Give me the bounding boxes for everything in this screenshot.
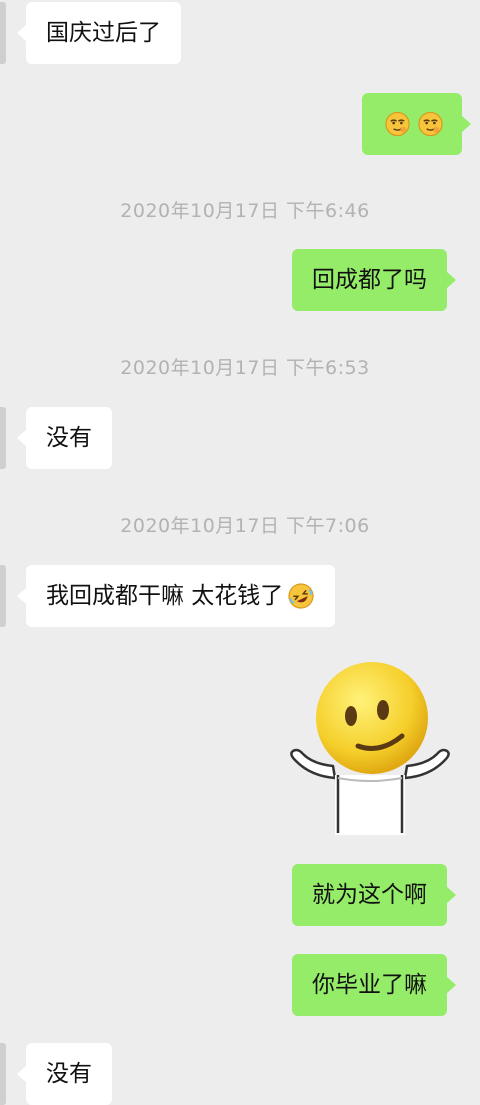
smiley-shrug-sticker[interactable] xyxy=(280,660,460,840)
message-text: 没有 xyxy=(46,424,92,451)
incoming-message-bubble[interactable]: 没有 xyxy=(17,407,112,469)
outgoing-message-bubble[interactable]: 你毕业了嘛 xyxy=(292,954,456,1016)
message-text: 没有 xyxy=(46,1060,92,1087)
incoming-message-bubble[interactable]: 国庆过后了 xyxy=(17,2,181,64)
outgoing-message-bubble[interactable]: 就为这个啊 xyxy=(292,864,456,926)
message-text: 国庆过后了 xyxy=(46,19,161,46)
rofl-face-icon xyxy=(288,583,314,609)
contact-avatar[interactable] xyxy=(0,565,6,627)
incoming-message-bubble[interactable]: 没有 xyxy=(17,1043,112,1105)
message-text: 你毕业了嘛 xyxy=(312,971,427,998)
message-text: 我回成都干嘛 太花钱了 xyxy=(46,582,284,609)
outgoing-message-bubble[interactable]: 回成都了吗 xyxy=(292,249,456,311)
contact-avatar[interactable] xyxy=(0,1043,6,1105)
message-timestamp: 2020年10月17日 下午7:06 xyxy=(120,515,370,537)
message-timestamp: 2020年10月17日 下午6:53 xyxy=(120,357,370,379)
outgoing-message-bubble[interactable] xyxy=(362,93,471,155)
message-text: 就为这个啊 xyxy=(312,881,427,908)
contact-avatar[interactable] xyxy=(0,407,6,469)
incoming-message-bubble[interactable]: 我回成都干嘛 太花钱了 xyxy=(16,565,336,627)
contact-avatar[interactable] xyxy=(0,2,6,64)
message-timestamp: 2020年10月17日 下午6:46 xyxy=(120,200,370,222)
smirk-face-icon xyxy=(385,111,410,137)
smirk-face-icon xyxy=(418,111,443,137)
message-text: 回成都了吗 xyxy=(312,266,427,293)
chat-history[interactable]: 国庆过后了 2020年10月17日 下午6:46 回成都了吗 2020年10月1… xyxy=(0,0,480,1105)
